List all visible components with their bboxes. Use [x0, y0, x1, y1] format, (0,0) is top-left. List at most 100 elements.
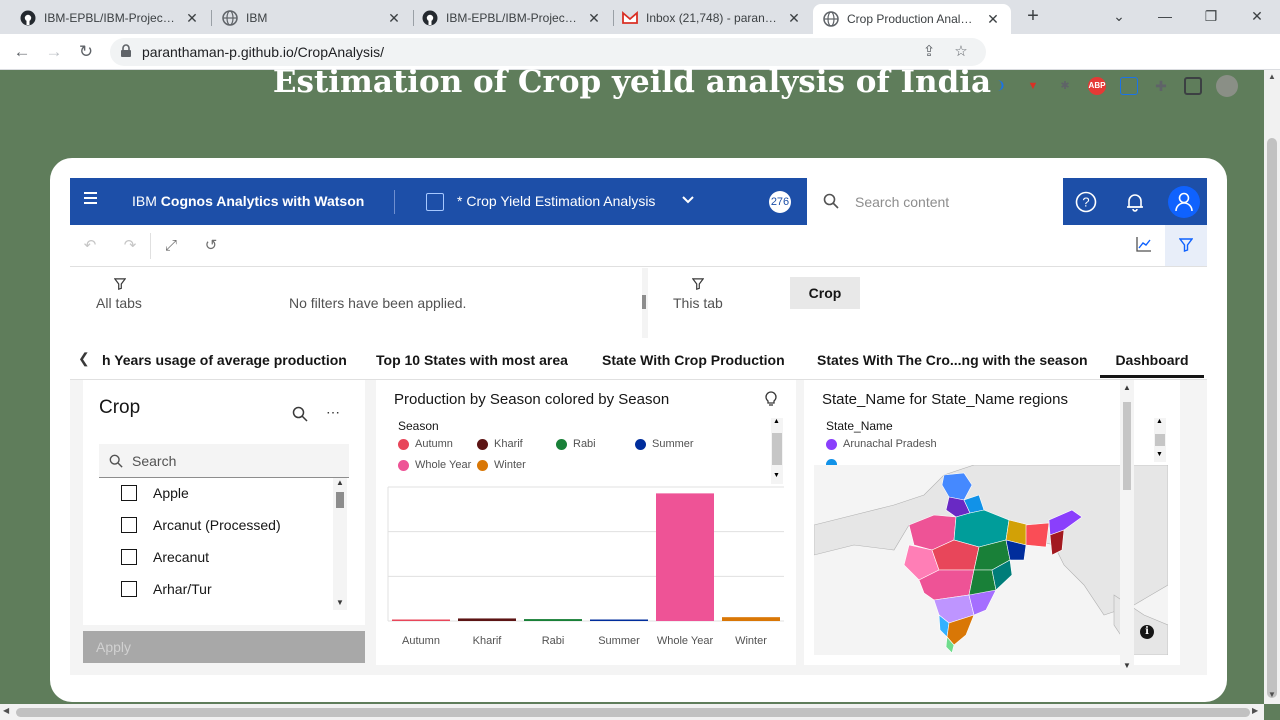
- crop-option[interactable]: Apple: [121, 483, 189, 503]
- share-icon[interactable]: ⇪: [920, 43, 938, 61]
- checkbox[interactable]: [121, 517, 137, 533]
- close-icon[interactable]: ✕: [985, 11, 1001, 27]
- page-vertical-scrollbar[interactable]: ▲ ▼: [1264, 70, 1280, 704]
- checkbox[interactable]: [121, 549, 137, 565]
- bar-summer[interactable]: [590, 619, 648, 622]
- legend-swatch: [398, 438, 409, 450]
- info-icon[interactable]: i: [1140, 625, 1154, 639]
- legend-swatch: [635, 438, 646, 450]
- map-legend-scrollbar[interactable]: ▲ ▼: [1154, 418, 1166, 462]
- reset-icon[interactable]: ↺: [201, 236, 221, 256]
- scrollbar-thumb[interactable]: [1267, 138, 1277, 698]
- browser-tab-title: IBM-EPBL/IBM-Project-17: [44, 11, 176, 25]
- bar-autumn[interactable]: [392, 619, 450, 622]
- restore-icon[interactable]: ❐: [1196, 4, 1226, 28]
- undo-icon[interactable]: ↶: [80, 236, 100, 256]
- crop-search-input[interactable]: Search: [99, 444, 349, 478]
- tab-years-usage[interactable]: h Years usage of average production: [102, 352, 347, 368]
- minimize-icon[interactable]: —: [1150, 4, 1180, 28]
- redo-icon[interactable]: ↷: [120, 236, 140, 256]
- legend-item-whole-year[interactable]: Whole Year: [398, 459, 471, 471]
- scrollbar-thumb[interactable]: [336, 492, 344, 508]
- report-title[interactable]: * Crop Yield Estimation Analysis: [457, 193, 655, 209]
- filter-panel-toggle[interactable]: [1165, 225, 1207, 266]
- dashboard-scrollbar[interactable]: ▲ ▼: [1120, 380, 1134, 675]
- insights-chart-icon[interactable]: [1134, 236, 1154, 256]
- expand-icon[interactable]: ⤢: [161, 236, 181, 256]
- browser-tab-2[interactable]: IBM ✕: [212, 4, 412, 32]
- legend-item-rabi[interactable]: Rabi: [556, 438, 596, 450]
- scroll-up-icon[interactable]: ▲: [336, 478, 344, 487]
- scroll-down-icon[interactable]: ▼: [336, 598, 344, 607]
- scroll-down-icon[interactable]: ▼: [1123, 661, 1131, 670]
- bookmark-star-icon[interactable]: ☆: [952, 43, 970, 61]
- page-horizontal-scrollbar[interactable]: ◀ ▶: [0, 704, 1264, 720]
- legend-item-arunachal-pradesh[interactable]: Arunachal Pradesh: [826, 438, 937, 450]
- tab-states-season[interactable]: States With The Cro...ng with the season: [817, 352, 1088, 368]
- chevron-down-icon[interactable]: [681, 192, 695, 208]
- scroll-up-icon[interactable]: ▲: [1264, 72, 1280, 84]
- close-icon[interactable]: ✕: [386, 10, 402, 26]
- scroll-down-icon[interactable]: ▼: [773, 472, 780, 479]
- bar-kharif[interactable]: [458, 618, 516, 621]
- hamburger-menu-icon[interactable]: [84, 192, 100, 210]
- checkbox[interactable]: [121, 581, 137, 597]
- window-close-icon[interactable]: ✕: [1242, 4, 1272, 28]
- bar-winter[interactable]: [722, 617, 780, 621]
- notification-bell-icon[interactable]: [1124, 191, 1146, 213]
- scroll-right-icon[interactable]: ▶: [1252, 706, 1264, 715]
- content-search[interactable]: Search content: [807, 178, 1063, 225]
- scrollbar-thumb[interactable]: [1155, 434, 1165, 446]
- this-tab-filter-area[interactable]: This tab Crop: [649, 268, 1207, 338]
- close-icon[interactable]: ✕: [184, 10, 200, 26]
- new-tab-button[interactable]: +: [1022, 6, 1044, 28]
- scroll-up-icon[interactable]: ▲: [773, 418, 780, 425]
- filter-splitter[interactable]: [642, 268, 648, 338]
- scroll-up-icon[interactable]: ▲: [1156, 418, 1163, 425]
- browser-tab-5-active[interactable]: Crop Production Analysis ✕: [813, 4, 1011, 34]
- forward-icon[interactable]: →: [42, 40, 66, 64]
- back-icon[interactable]: ←: [10, 40, 34, 64]
- scroll-down-icon[interactable]: ▼: [1264, 690, 1280, 702]
- legend-item-autumn[interactable]: Autumn: [398, 438, 453, 450]
- help-icon[interactable]: ?: [1075, 191, 1097, 213]
- more-options-icon[interactable]: ⋯: [326, 404, 340, 421]
- chevron-left-icon[interactable]: ❮: [78, 350, 90, 367]
- india-choropleth-map[interactable]: [814, 465, 1168, 655]
- legend-item-winter[interactable]: Winter: [477, 459, 526, 471]
- browser-tab-1[interactable]: IBM-EPBL/IBM-Project-17 ✕: [10, 4, 210, 32]
- browser-tab-3[interactable]: IBM-EPBL/IBM-Project-17 ✕: [412, 4, 612, 32]
- tab-top-10-states[interactable]: Top 10 States with most area: [376, 352, 568, 368]
- close-icon[interactable]: ✕: [586, 10, 602, 26]
- scrollbar-thumb[interactable]: [772, 433, 782, 465]
- crop-option[interactable]: Arhar/Tur: [121, 579, 212, 599]
- bar-whole-year[interactable]: [656, 493, 714, 621]
- checkbox[interactable]: [121, 485, 137, 501]
- address-bar[interactable]: paranthaman-p.github.io/CropAnalysis/ ⇪ …: [110, 38, 986, 66]
- notification-count-badge[interactable]: 276: [769, 191, 791, 213]
- tab-search-chevron-icon[interactable]: ⌄: [1104, 4, 1134, 28]
- tab-dashboard[interactable]: Dashboard: [1100, 352, 1204, 378]
- tab-state-crop-production[interactable]: State With Crop Production: [602, 352, 785, 368]
- reload-icon[interactable]: ↻: [74, 40, 98, 64]
- close-icon[interactable]: ✕: [786, 10, 802, 26]
- search-icon[interactable]: [292, 406, 308, 427]
- legend-item-kharif[interactable]: Kharif: [477, 438, 523, 450]
- all-tabs-filter-area[interactable]: All tabs No filters have been applied.: [70, 268, 642, 338]
- crop-list-scrollbar[interactable]: ▲ ▼: [333, 478, 347, 610]
- legend-item-summer[interactable]: Summer: [635, 438, 694, 450]
- crop-filter-pill[interactable]: Crop: [790, 277, 860, 309]
- scrollbar-thumb[interactable]: [16, 708, 1250, 717]
- apply-button[interactable]: Apply: [83, 631, 365, 663]
- bar-rabi[interactable]: [524, 619, 582, 621]
- scroll-down-icon[interactable]: ▼: [1156, 451, 1163, 458]
- lightbulb-icon[interactable]: [764, 390, 778, 411]
- scroll-up-icon[interactable]: ▲: [1123, 383, 1131, 392]
- user-avatar-button[interactable]: [1168, 186, 1200, 218]
- crop-option[interactable]: Arecanut: [121, 547, 209, 567]
- browser-tab-4[interactable]: Inbox (21,748) - parantha ✕: [612, 4, 812, 32]
- legend-scrollbar[interactable]: ▲ ▼: [771, 418, 783, 484]
- scrollbar-thumb[interactable]: [1123, 402, 1131, 490]
- scroll-left-icon[interactable]: ◀: [3, 706, 15, 715]
- crop-option[interactable]: Arcanut (Processed): [121, 515, 281, 535]
